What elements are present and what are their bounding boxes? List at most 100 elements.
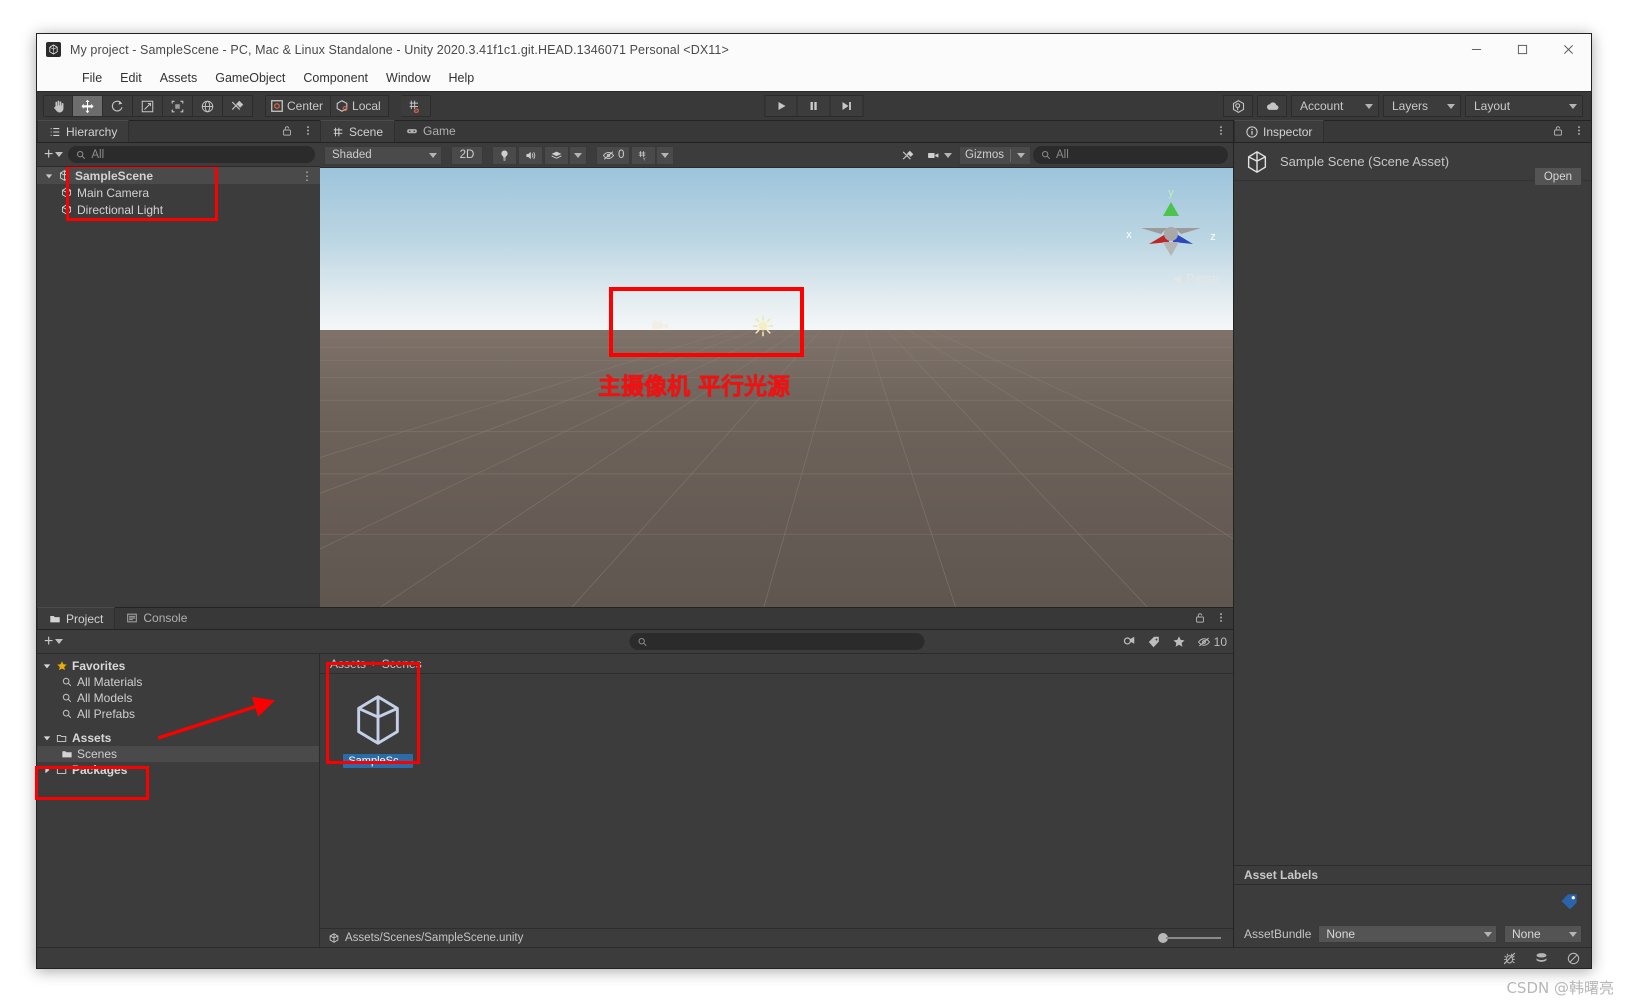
effects-icon[interactable] bbox=[544, 145, 569, 165]
breadcrumb-scenes[interactable]: Scenes bbox=[382, 657, 422, 671]
effects-dropdown[interactable] bbox=[570, 145, 587, 165]
hierarchy-row-directional-light[interactable]: Directional Light bbox=[37, 201, 320, 218]
chevron-right-icon[interactable] bbox=[41, 766, 52, 774]
grid-snap-icon[interactable] bbox=[400, 95, 431, 117]
scene-grid-icon[interactable]: Y bbox=[631, 145, 657, 165]
kebab-icon[interactable] bbox=[1573, 124, 1585, 137]
tab-scene[interactable]: Scene bbox=[320, 120, 396, 142]
chevron-down-icon[interactable] bbox=[41, 662, 52, 670]
tab-game[interactable]: Game bbox=[395, 120, 467, 142]
project-tree-all-models[interactable]: All Models bbox=[37, 690, 319, 706]
menu-help[interactable]: Help bbox=[439, 68, 483, 88]
hierarchy-row-main-camera[interactable]: Main Camera bbox=[37, 184, 320, 201]
search-icon bbox=[637, 637, 647, 646]
disabled-circle-icon[interactable] bbox=[1566, 951, 1581, 966]
toggle-2d-button[interactable]: 2D bbox=[451, 145, 483, 165]
hierarchy-add-button[interactable]: + bbox=[42, 146, 65, 163]
project-tree-packages[interactable]: Packages bbox=[37, 762, 319, 778]
layers-stack-icon[interactable] bbox=[1534, 951, 1549, 966]
asset-grid[interactable]: SampleSc... bbox=[320, 662, 1233, 928]
asset-item-samplescene[interactable]: SampleSc... bbox=[340, 690, 416, 768]
tab-hierarchy[interactable]: Hierarchy bbox=[37, 120, 130, 142]
gizmos-dropdown[interactable]: Gizmos bbox=[959, 145, 1031, 165]
bug-muted-icon[interactable] bbox=[1502, 951, 1517, 966]
lock-icon[interactable] bbox=[1194, 611, 1206, 624]
kebab-icon[interactable] bbox=[1215, 611, 1227, 624]
rotation-mode-button[interactable]: Local bbox=[331, 95, 389, 117]
kebab-icon[interactable] bbox=[1215, 124, 1227, 137]
favorite-star-icon[interactable] bbox=[1172, 635, 1186, 649]
lock-icon[interactable] bbox=[281, 124, 293, 137]
layers-dropdown[interactable]: Layers bbox=[1383, 95, 1461, 117]
menu-file[interactable]: File bbox=[73, 68, 111, 88]
project-tree-all-materials[interactable]: All Materials bbox=[37, 674, 319, 690]
scene-camera-dropdown[interactable] bbox=[922, 146, 957, 165]
kebab-icon[interactable] bbox=[302, 124, 314, 137]
transform-tool-icon[interactable] bbox=[193, 95, 223, 117]
menu-window[interactable]: Window bbox=[377, 68, 439, 88]
project-tree-assets[interactable]: Assets bbox=[37, 730, 319, 746]
scene-viewport[interactable]: 主摄像机 平行光源 y x z ◄ Persp bbox=[320, 168, 1233, 607]
scene-orientation-gizmo[interactable]: y x z bbox=[1123, 182, 1219, 278]
menu-component[interactable]: Component bbox=[294, 68, 377, 88]
inspector-body: Sample Scene (Scene Asset) Open Asset La… bbox=[1234, 143, 1591, 947]
pause-icon[interactable] bbox=[797, 95, 831, 117]
move-tool-icon[interactable] bbox=[73, 95, 103, 117]
scale-tool-icon[interactable] bbox=[133, 95, 163, 117]
project-add-button[interactable]: + bbox=[42, 633, 65, 650]
open-button[interactable]: Open bbox=[1533, 167, 1582, 186]
scene-search-input[interactable]: All bbox=[1033, 146, 1228, 164]
hand-tool-icon[interactable] bbox=[43, 95, 73, 117]
project-tree-scenes[interactable]: Scenes bbox=[37, 746, 319, 762]
scene-tools-icon[interactable] bbox=[895, 146, 920, 165]
asset-labels-zone[interactable] bbox=[1234, 885, 1591, 921]
hierarchy-search-input[interactable]: All bbox=[68, 146, 315, 163]
custom-tool-icon[interactable] bbox=[223, 95, 253, 117]
close-icon[interactable] bbox=[1545, 34, 1591, 65]
play-icon[interactable] bbox=[764, 95, 798, 117]
draw-mode-dropdown[interactable]: Shaded bbox=[324, 145, 442, 165]
label-filter-icon[interactable] bbox=[1147, 635, 1161, 649]
layout-dropdown[interactable]: Layout bbox=[1465, 95, 1583, 117]
rect-tool-icon[interactable] bbox=[163, 95, 193, 117]
tab-inspector[interactable]: Inspector bbox=[1234, 120, 1325, 142]
label-tag-icon[interactable] bbox=[1560, 893, 1579, 909]
project-tree-all-prefabs[interactable]: All Prefabs bbox=[37, 706, 319, 722]
hidden-objects-button[interactable]: 0 bbox=[596, 145, 631, 165]
breadcrumb-assets[interactable]: Assets bbox=[330, 657, 366, 671]
directional-light-gizmo[interactable] bbox=[752, 315, 774, 337]
rotate-tool-icon[interactable] bbox=[103, 95, 133, 117]
minimize-icon[interactable] bbox=[1453, 34, 1499, 65]
tab-console[interactable]: Console bbox=[115, 607, 198, 629]
menu-edit[interactable]: Edit bbox=[111, 68, 151, 88]
lighting-icon[interactable] bbox=[492, 145, 517, 165]
assetbundle-dropdown[interactable]: None bbox=[1318, 925, 1497, 943]
menu-assets[interactable]: Assets bbox=[151, 68, 207, 88]
project-search-input[interactable] bbox=[629, 633, 924, 650]
pivot-mode-button[interactable]: Center bbox=[265, 95, 332, 117]
tab-project[interactable]: Project bbox=[37, 607, 116, 629]
projection-mode-label[interactable]: ◄ Persp bbox=[1171, 272, 1219, 286]
scene-tab-icon bbox=[333, 127, 343, 136]
audio-icon[interactable] bbox=[518, 145, 543, 165]
kebab-icon[interactable]: ⋮ bbox=[301, 170, 313, 182]
maximize-icon[interactable] bbox=[1499, 34, 1545, 65]
assetbundle-value: None bbox=[1326, 927, 1356, 941]
search-filter-icon[interactable] bbox=[1122, 635, 1136, 649]
cloud-icon[interactable] bbox=[1257, 95, 1287, 117]
project-tree-favorites[interactable]: Favorites bbox=[37, 658, 319, 674]
chevron-down-icon[interactable] bbox=[41, 734, 52, 742]
chevron-down-icon[interactable] bbox=[43, 172, 54, 180]
asset-zoom-slider[interactable] bbox=[1158, 933, 1221, 943]
hierarchy-row-samplescene[interactable]: SampleScene ⋮ bbox=[37, 167, 320, 184]
assetbundle-variant-dropdown[interactable]: None bbox=[1504, 925, 1582, 943]
menu-gameobject[interactable]: GameObject bbox=[206, 68, 294, 88]
main-camera-gizmo[interactable] bbox=[650, 318, 672, 332]
grid-dropdown[interactable] bbox=[657, 145, 675, 165]
collab-icon[interactable] bbox=[1223, 95, 1253, 117]
hidden-packages-toggle[interactable]: 10 bbox=[1197, 635, 1227, 649]
lock-icon[interactable] bbox=[1552, 124, 1564, 137]
account-dropdown[interactable]: Account bbox=[1291, 95, 1379, 117]
editor-toolbar: Center Local Account Layers Layout bbox=[37, 91, 1591, 121]
step-icon[interactable] bbox=[830, 95, 864, 117]
